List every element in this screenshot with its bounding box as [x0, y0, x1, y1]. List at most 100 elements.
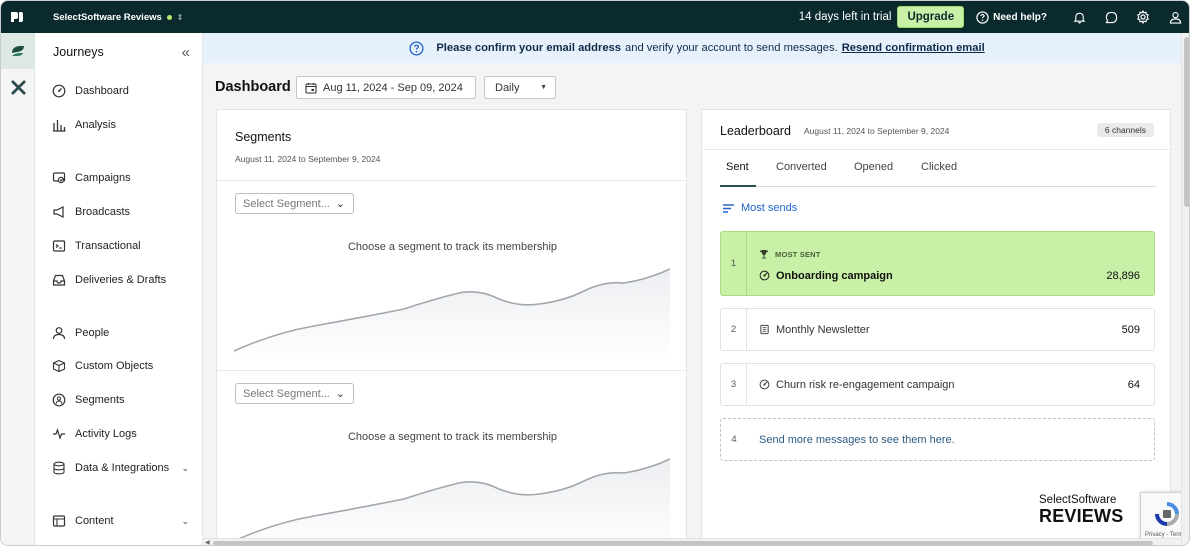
page-title: Dashboard: [215, 79, 291, 95]
sidebar-item-analysis[interactable]: Analysis: [35, 108, 203, 142]
placeholder-chart: [234, 268, 670, 361]
chevron-updown-icon: ⇕: [176, 12, 184, 22]
bell-icon[interactable]: [1063, 1, 1095, 33]
status-dot: [166, 14, 172, 20]
collapse-sidebar-icon[interactable]: «: [182, 44, 190, 61]
sidebar-item-broadcasts[interactable]: Broadcasts: [35, 195, 203, 229]
megaphone-icon: [51, 204, 67, 220]
sidebar-item-segments[interactable]: Segments: [35, 383, 203, 417]
sidebar-item-label: Dashboard: [75, 85, 129, 97]
resend-confirmation-link[interactable]: Resend confirmation email: [842, 42, 985, 54]
segment-select[interactable]: Select Segment... ⌄: [235, 383, 354, 404]
horizontal-scrollbar[interactable]: ◀: [203, 538, 1181, 545]
chat-icon[interactable]: [1095, 1, 1127, 33]
app-logo[interactable]: [1, 1, 33, 33]
sidebar-item-label: People: [75, 327, 110, 339]
user-icon[interactable]: [1159, 1, 1189, 33]
leaderboard-tabs: Sent Converted Opened Clicked: [720, 150, 1156, 187]
leaderboard-title: Leaderboard: [720, 124, 791, 138]
sidebar-item-content[interactable]: Content ⌄: [35, 504, 203, 538]
sidebar-item-data-integrations[interactable]: Data & Integrations ⌄: [35, 451, 203, 485]
recaptcha-icon: [1155, 502, 1179, 526]
sidebar-item-people[interactable]: People: [35, 316, 203, 350]
integrations-rail-button[interactable]: [1, 69, 35, 105]
terminal-icon: [51, 238, 67, 254]
campaign-icon: [759, 379, 770, 390]
chevron-down-icon[interactable]: ⌄: [181, 463, 189, 474]
content-icon: [51, 513, 67, 529]
main-content: Dashboard Aug 11, 2024 - Sep 09, 2024 Da…: [203, 63, 1181, 545]
row-name: Churn risk re-engagement campaign: [759, 364, 955, 405]
date-range-value: Aug 11, 2024 - Sep 09, 2024: [323, 81, 463, 94]
leaderboard-row[interactable]: 2 Monthly Newsletter 509: [720, 308, 1155, 351]
row-name: Onboarding campaign: [759, 254, 893, 297]
sidebar-item-label: Analysis: [75, 119, 116, 131]
tab-sent[interactable]: Sent: [726, 161, 749, 173]
leaderboard-row-placeholder: 4 Send more messages to see them here.: [720, 418, 1155, 461]
bar-chart-icon: [51, 117, 67, 133]
segment-select[interactable]: Select Segment... ⌄: [235, 193, 354, 214]
tab-opened[interactable]: Opened: [854, 161, 893, 173]
journeys-rail-button[interactable]: [1, 33, 35, 69]
newsletter-icon: [760, 324, 769, 335]
sidebar-item-label: Broadcasts: [75, 206, 131, 218]
sidebar-item-dashboard[interactable]: Dashboard: [35, 74, 203, 108]
campaign-icon: [759, 270, 770, 281]
period-select[interactable]: Daily ▼: [484, 76, 556, 99]
segments-title: Segments: [235, 130, 292, 144]
sidebar-item-campaigns[interactable]: Campaigns: [35, 161, 203, 195]
vertical-scrollbar[interactable]: [1181, 33, 1189, 545]
sidebar-item-deliveries-drafts[interactable]: Deliveries & Drafts: [35, 263, 203, 297]
sidebar-item-custom-objects[interactable]: Custom Objects: [35, 349, 203, 383]
banner-text: and verify your account to send messages…: [625, 42, 838, 54]
scrollbar-thumb[interactable]: [1184, 37, 1189, 207]
sidebar-item-label: Transactional: [75, 240, 141, 252]
row-value: 28,896: [1106, 269, 1140, 282]
leaderboard-row[interactable]: 3 Churn risk re-engagement campaign 64: [720, 363, 1155, 406]
brand-line-1: SelectSoftware: [1039, 494, 1117, 506]
email-confirm-banner: Please confirm your email address and ve…: [203, 33, 1189, 63]
row-name-text: Churn risk re-engagement campaign: [776, 378, 955, 391]
workspace-switcher[interactable]: SelectSoftware Reviews ⇕: [53, 12, 183, 23]
sidebar-item-label: Segments: [75, 394, 125, 406]
inbox-icon: [51, 272, 67, 288]
tab-clicked[interactable]: Clicked: [921, 161, 957, 173]
upgrade-button[interactable]: Upgrade: [897, 6, 965, 28]
row-name-text: Send more messages to see them here.: [759, 433, 955, 446]
row-name: Monthly Newsletter: [759, 309, 870, 350]
chevron-down-icon[interactable]: ⌄: [181, 516, 189, 527]
row-rank: 2: [721, 309, 747, 350]
active-tab-indicator: [720, 185, 756, 187]
row-value: 64: [1127, 378, 1140, 391]
scroll-left-icon[interactable]: ◀: [205, 539, 210, 545]
gear-icon[interactable]: [1127, 1, 1159, 33]
activity-icon: [51, 426, 67, 442]
brand-watermark: SelectSoftware REVIEWS: [1039, 494, 1123, 524]
row-rank: 1: [721, 232, 747, 295]
database-icon: [51, 460, 67, 476]
date-range-picker[interactable]: Aug 11, 2024 - Sep 09, 2024: [296, 76, 476, 99]
icon-rail: [1, 33, 35, 545]
divider: [217, 180, 688, 181]
sidebar-item-label: Content: [75, 515, 114, 527]
row-rank: 4: [731, 434, 737, 445]
period-value: Daily: [495, 81, 520, 94]
placeholder-chart: [234, 458, 670, 545]
scrollbar-thumb[interactable]: [213, 541, 1153, 545]
sort-button[interactable]: Most sends: [722, 202, 797, 214]
help-button[interactable]: Need help?: [976, 10, 1047, 24]
sidebar-item-label: Campaigns: [75, 172, 131, 184]
journeys-icon: [12, 46, 24, 56]
tab-converted[interactable]: Converted: [776, 161, 827, 173]
sidebar-item-label: Data & Integrations: [75, 462, 170, 474]
segment-select-placeholder: Select Segment...: [243, 387, 330, 400]
divider: [217, 370, 688, 371]
cube-icon: [51, 358, 67, 374]
sidebar-item-transactional[interactable]: Transactional: [35, 229, 203, 263]
banner-bold-text: Please confirm your email address: [436, 42, 621, 54]
leaderboard-row[interactable]: 1 MOST SENT Onboarding campaign 28,896: [720, 231, 1155, 296]
person-icon: [51, 325, 67, 341]
help-icon: [976, 10, 989, 24]
sidebar-item-activity-logs[interactable]: Activity Logs: [35, 417, 203, 451]
chevron-down-icon: ⌄: [335, 388, 345, 400]
